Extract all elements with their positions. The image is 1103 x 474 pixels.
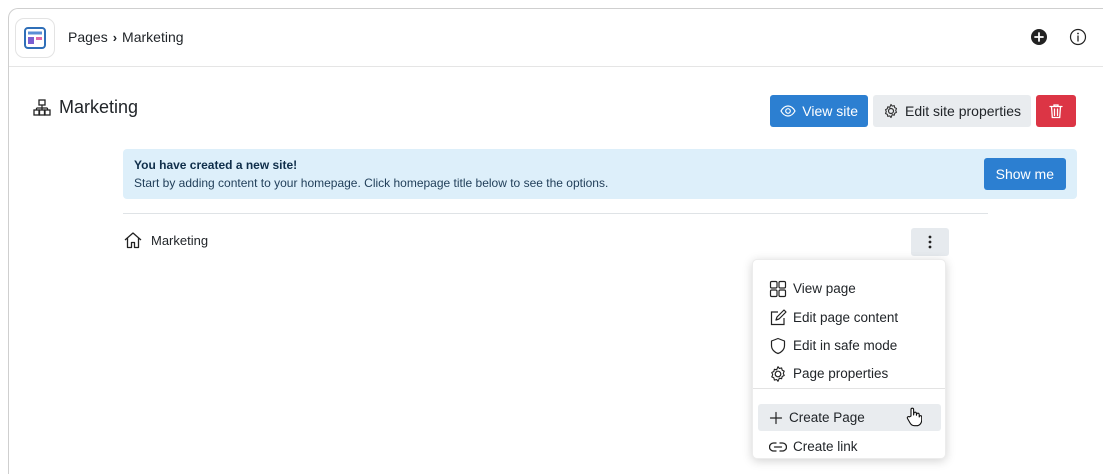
- breadcrumb-separator: ›: [112, 29, 118, 45]
- eye-icon: [780, 105, 796, 117]
- link-icon: [769, 441, 787, 452]
- delete-site-button[interactable]: [1036, 95, 1076, 127]
- more-vertical-icon: [928, 235, 932, 249]
- app-logo[interactable]: [15, 18, 55, 58]
- edit-site-properties-button[interactable]: Edit site properties: [873, 95, 1031, 127]
- header-actions: View site Edit site properties: [770, 95, 1076, 127]
- edit-site-properties-label: Edit site properties: [905, 103, 1021, 119]
- plus-circle-icon[interactable]: [1030, 28, 1048, 46]
- menu-item-label: Edit page content: [793, 310, 899, 325]
- menu-item-page-properties[interactable]: Page properties: [758, 360, 941, 387]
- menu-item-label: Edit in safe mode: [793, 338, 898, 353]
- breadcrumb: Pages › Marketing: [68, 29, 184, 45]
- alert-title: You have created a new site!: [134, 158, 298, 172]
- trash-icon: [1049, 104, 1063, 119]
- menu-item-edit-safe-mode[interactable]: Edit in safe mode: [758, 332, 941, 359]
- menu-item-create-page[interactable]: Create Page: [758, 404, 941, 431]
- top-bar: Pages › Marketing: [9, 9, 1103, 67]
- menu-item-label: View page: [793, 281, 856, 296]
- show-me-button[interactable]: Show me: [983, 158, 1066, 190]
- menu-item-create-link[interactable]: Create link: [758, 433, 941, 460]
- gear-icon: [884, 103, 898, 119]
- gear-icon: [771, 365, 785, 382]
- menu-divider: [753, 388, 945, 389]
- menu-item-label: Page properties: [793, 366, 889, 381]
- breadcrumb-current: Marketing: [122, 29, 184, 45]
- plus-icon: [769, 411, 783, 424]
- page-tree-item[interactable]: Marketing: [123, 231, 208, 249]
- sitemap-icon: [33, 98, 51, 116]
- menu-item-view-page[interactable]: View page: [758, 275, 941, 302]
- site-logo-icon: [24, 27, 46, 49]
- edit-icon: [770, 308, 787, 325]
- page-options-button[interactable]: [911, 228, 949, 256]
- view-site-button[interactable]: View site: [770, 95, 869, 127]
- app-window: Pages › Marketing Marketing View site Ed…: [8, 8, 1103, 474]
- menu-item-label: Create link: [793, 439, 858, 454]
- menu-item-label: Create Page: [789, 410, 865, 425]
- page-tree-item-label[interactable]: Marketing: [151, 233, 208, 248]
- hand-cursor-icon: [906, 407, 922, 427]
- breadcrumb-root[interactable]: Pages: [68, 29, 108, 45]
- page-title: Marketing: [33, 97, 138, 118]
- top-icons: [1030, 28, 1087, 46]
- grid-icon: [769, 280, 787, 297]
- menu-item-edit-page-content[interactable]: Edit page content: [758, 304, 941, 331]
- alert-text: Start by adding content to your homepage…: [134, 176, 609, 190]
- view-site-label: View site: [802, 103, 859, 119]
- page-title-text: Marketing: [59, 97, 139, 117]
- home-icon: [124, 232, 142, 249]
- new-site-alert: You have created a new site! Start by ad…: [123, 149, 1077, 199]
- shield-icon: [770, 337, 786, 354]
- page-options-menu: View page Edit page content Edit in safe…: [752, 259, 946, 459]
- divider: [123, 213, 988, 214]
- info-icon[interactable]: [1069, 28, 1087, 46]
